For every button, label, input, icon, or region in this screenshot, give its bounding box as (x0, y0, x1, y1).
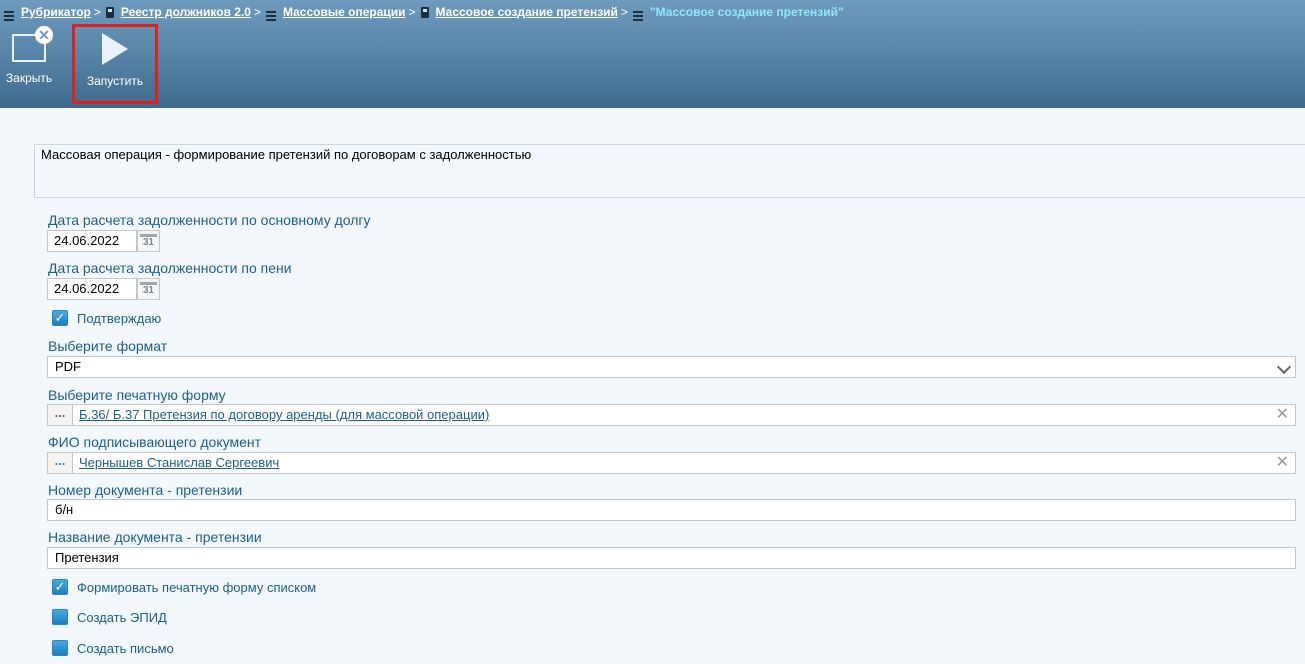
breadcrumb-current: "Массовое создание претензий" (649, 5, 844, 19)
debt-date-label: Дата расчета задолженности по основному … (48, 212, 371, 228)
breadcrumb-separator: > (253, 5, 261, 19)
format-value: PDF (55, 359, 81, 374)
clear-icon[interactable]: ✕ (1276, 454, 1289, 472)
doc-number-label: Номер документа - претензии (48, 482, 243, 498)
breadcrumb-item-mass-operations[interactable]: Массовые операции (265, 5, 406, 21)
list-icon (4, 10, 14, 21)
doc-icon (420, 6, 429, 18)
debt-date-input[interactable]: 24.06.2022 (47, 230, 137, 252)
breadcrumb-link[interactable]: Реестр должников 2.0 (121, 5, 251, 19)
create-epid-label: Создать ЭПИД (77, 609, 167, 625)
penalty-date-label: Дата расчета задолженности по пени (48, 260, 292, 276)
doc-name-label: Название документа - претензии (48, 529, 262, 545)
close-button-label: Закрыть (5, 71, 53, 85)
close-button[interactable]: ✕ Закрыть (0, 26, 58, 104)
create-epid-checkbox[interactable] (52, 609, 68, 625)
breadcrumb-link[interactable]: Массовые операции (283, 5, 406, 19)
breadcrumb-item-mass-claims[interactable]: Массовое создание претензий (420, 5, 618, 19)
create-letter-checkbox[interactable] (52, 640, 68, 656)
breadcrumb-separator: > (408, 5, 416, 19)
breadcrumb-item-debtors-registry[interactable]: Реестр должников 2.0 (105, 5, 251, 19)
debt-date-calendar-button[interactable]: 31 (137, 230, 160, 252)
list-print-checkbox[interactable]: ✓ (52, 579, 68, 595)
calendar-icon: 31 (140, 281, 157, 297)
doc-icon (105, 6, 114, 18)
list-print-checkbox-row[interactable]: ✓ Формировать печатную форму списком (52, 579, 316, 595)
breadcrumb-item-current: "Массовое создание претензий" (632, 5, 844, 21)
signer-browse-button[interactable]: ... (48, 453, 73, 473)
penalty-date-input[interactable]: 24.06.2022 (47, 278, 137, 300)
clear-icon[interactable]: ✕ (1276, 406, 1289, 424)
list-icon (265, 10, 276, 21)
top-toolbar: Рубрикатор > Реестр должников 2.0 > Масс… (0, 0, 1305, 108)
list-print-label: Формировать печатную форму списком (77, 579, 317, 595)
breadcrumb-link[interactable]: Массовое создание претензий (436, 5, 618, 19)
create-letter-label: Создать письмо (77, 640, 174, 656)
signer-label: ФИО подписывающего документ (48, 434, 262, 450)
format-select[interactable]: PDF (47, 356, 1296, 378)
breadcrumb-link[interactable]: Рубрикатор (21, 5, 91, 19)
confirm-checkbox-row[interactable]: ✓ Подтверждаю (52, 310, 161, 326)
create-letter-checkbox-row[interactable]: Создать письмо (52, 640, 174, 656)
doc-name-input[interactable]: Претензия (47, 547, 1296, 569)
play-icon (102, 33, 128, 65)
breadcrumb-separator: > (620, 5, 628, 19)
run-button-label: Запустить (86, 74, 144, 88)
format-label: Выберите формат (48, 338, 168, 354)
create-epid-checkbox-row[interactable]: Создать ЭПИД (52, 609, 167, 625)
breadcrumb-separator: > (93, 5, 101, 19)
chevron-down-icon (1276, 359, 1292, 375)
breadcrumb: Рубрикатор > Реестр должников 2.0 > Масс… (4, 4, 844, 21)
penalty-date-calendar-button[interactable]: 31 (137, 278, 160, 300)
close-icon: ✕ (35, 26, 53, 44)
breadcrumb-item-rubricator[interactable]: Рубрикатор (4, 5, 91, 21)
list-icon (632, 10, 643, 21)
operation-description: Массовая операция - формирование претенз… (34, 144, 1305, 198)
confirm-checkbox[interactable]: ✓ (52, 310, 68, 326)
signer-value[interactable]: Чернышев Станислав Сергеевич (79, 455, 279, 470)
calendar-icon: 31 (140, 233, 157, 249)
close-window-icon: ✕ (12, 26, 53, 62)
run-button[interactable]: Запустить (72, 24, 158, 104)
print-form-value[interactable]: Б.36/ Б.37 Претензия по договору аренды … (79, 407, 489, 422)
print-form-lookup: ... Б.36/ Б.37 Претензия по договору аре… (47, 404, 1296, 426)
signer-lookup: ... Чернышев Станислав Сергеевич ✕ (47, 452, 1296, 474)
print-form-browse-button[interactable]: ... (48, 405, 73, 425)
doc-number-input[interactable]: б/н (47, 499, 1296, 521)
print-form-label: Выберите печатную форму (48, 387, 226, 403)
confirm-label: Подтверждаю (77, 310, 162, 326)
